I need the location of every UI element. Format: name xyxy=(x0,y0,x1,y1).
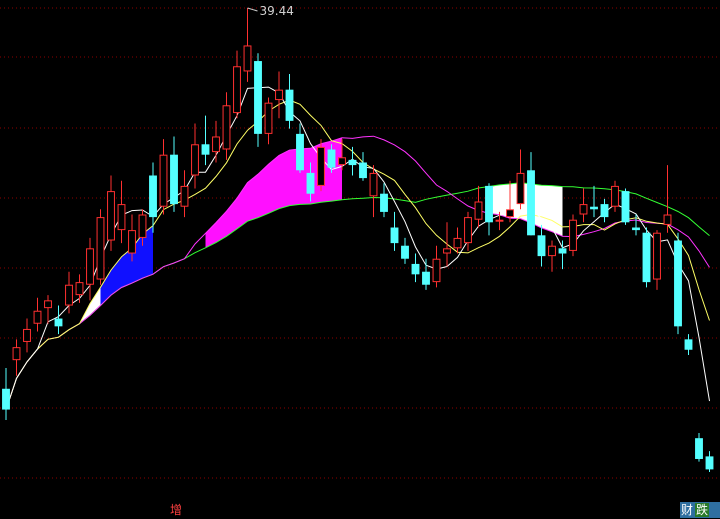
candle-body xyxy=(285,89,294,121)
candle-body xyxy=(506,209,514,218)
candle-body xyxy=(485,185,493,223)
marker-increase: 增 xyxy=(170,503,183,517)
marker-fall: 跌 xyxy=(695,503,710,517)
candle-body xyxy=(569,219,577,251)
candle-body xyxy=(327,149,336,168)
candle-body xyxy=(432,258,441,283)
candle-body xyxy=(54,318,63,327)
candle-body xyxy=(695,438,703,459)
candle-body xyxy=(170,154,178,205)
candle-body xyxy=(401,245,409,259)
candle-body xyxy=(464,217,472,244)
candle-body xyxy=(296,133,304,171)
candlestick-chart: 39.44 xyxy=(0,0,720,519)
candle-body xyxy=(306,172,315,194)
marker-finance: 财 xyxy=(681,503,694,517)
candle-body xyxy=(653,232,661,280)
ma-line-yellow xyxy=(5,99,710,410)
candle-body xyxy=(201,144,210,155)
candle-body xyxy=(663,214,672,225)
candle-body xyxy=(222,105,231,150)
candle-body xyxy=(495,219,504,222)
candle-body xyxy=(65,284,73,306)
candle-body xyxy=(243,45,252,72)
candle-body xyxy=(579,204,588,215)
candle-body xyxy=(338,157,346,166)
candle-body xyxy=(548,245,556,257)
candle-body xyxy=(380,193,388,212)
candle-body xyxy=(474,201,483,220)
candle-body xyxy=(117,204,126,231)
candle-body xyxy=(369,172,378,197)
candle-body xyxy=(600,204,609,218)
candle-body xyxy=(107,191,115,241)
candle-body xyxy=(558,248,567,254)
ma-line-white xyxy=(5,86,710,410)
candle-body xyxy=(138,214,147,238)
candle-body xyxy=(443,248,451,254)
candle-body xyxy=(254,61,262,134)
candle-body xyxy=(23,328,31,342)
candle-body xyxy=(191,144,199,176)
candle-body xyxy=(516,172,525,205)
candle-body xyxy=(453,237,462,249)
candle-body xyxy=(359,162,367,179)
max-price-label: 39.44 xyxy=(260,4,294,18)
candle-body xyxy=(527,170,535,236)
candle-body xyxy=(590,206,598,210)
candle-body xyxy=(275,89,283,101)
candle-body xyxy=(44,300,52,309)
candle-body xyxy=(33,310,42,324)
candle-body xyxy=(390,227,399,244)
candle-body xyxy=(233,66,241,114)
candle-body xyxy=(75,282,84,296)
candle-body xyxy=(422,271,430,285)
band-white xyxy=(489,182,563,237)
chart-canvas: 39.44 xyxy=(0,4,720,479)
candle-body xyxy=(96,217,105,280)
candle-body xyxy=(159,154,168,207)
candle-body xyxy=(348,159,357,166)
candle-body xyxy=(642,232,651,283)
candle-body xyxy=(128,230,136,254)
candle-body xyxy=(86,248,94,285)
candle-body xyxy=(684,339,693,350)
candle-body xyxy=(674,240,682,327)
candle-body xyxy=(12,347,21,361)
candle-body xyxy=(317,146,325,186)
candle-body xyxy=(149,175,157,218)
candle-body xyxy=(611,185,619,207)
candle-body xyxy=(621,191,630,223)
candle-body xyxy=(537,235,546,257)
candle-body xyxy=(2,388,10,410)
candle-body xyxy=(212,136,220,153)
candle-body xyxy=(264,102,273,134)
candle-body xyxy=(632,227,640,231)
candle-body xyxy=(180,185,189,207)
candle-body xyxy=(705,456,714,470)
candle-body xyxy=(411,263,420,275)
